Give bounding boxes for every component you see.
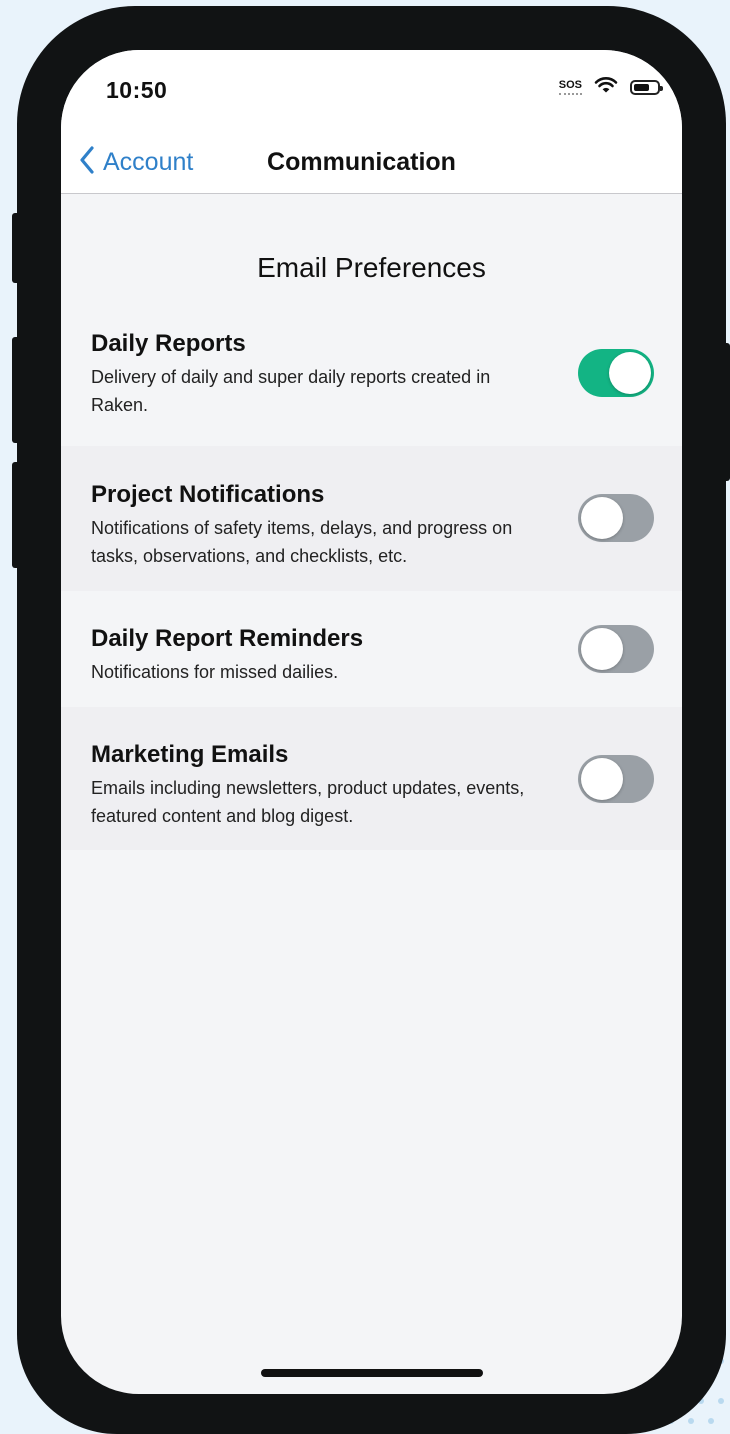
page-title: Communication — [267, 148, 456, 176]
preference-row-marketing-emails: Marketing Emails Emails including newsle… — [61, 707, 682, 850]
daily-reports-toggle[interactable] — [578, 349, 654, 397]
preference-description: Notifications of safety items, delays, a… — [91, 518, 513, 566]
marketing-emails-toggle[interactable] — [578, 755, 654, 803]
toggle-knob — [581, 497, 623, 539]
toggle-knob — [581, 758, 623, 800]
battery-icon — [630, 80, 663, 95]
navigation-bar: Account Communication — [61, 136, 682, 194]
toggle-knob — [581, 628, 623, 670]
daily-report-reminders-toggle[interactable] — [578, 625, 654, 673]
preference-row-daily-report-reminders: Daily Report Reminders Notifications for… — [61, 591, 682, 707]
toggle-knob — [609, 352, 651, 394]
preference-row-project-notifications: Project Notifications Notifications of s… — [61, 446, 682, 591]
status-time: 10:50 — [106, 77, 168, 103]
home-indicator[interactable] — [261, 1369, 483, 1377]
preference-row-daily-reports: Daily Reports Delivery of daily and supe… — [61, 284, 682, 446]
preferences-content: Email Preferences Daily Reports Delivery… — [61, 194, 682, 850]
phone-screen: 10:50 SOS Account Communication Email Pr… — [61, 50, 682, 1394]
preference-title: Project Notifications — [91, 481, 325, 508]
preference-description: Delivery of daily and super daily report… — [91, 367, 491, 415]
section-title: Email Preferences — [257, 252, 486, 283]
preference-title: Daily Report Reminders — [91, 625, 364, 652]
preference-description: Notifications for missed dailies. — [91, 662, 339, 682]
preference-description: Emails including newsletters, product up… — [91, 778, 525, 826]
phone-frame: 10:50 SOS Account Communication Email Pr… — [17, 6, 726, 1434]
preference-title: Marketing Emails — [91, 741, 289, 768]
preference-title: Daily Reports — [91, 330, 246, 357]
sos-indicator: SOS — [558, 80, 582, 95]
status-bar: 10:50 SOS — [61, 50, 682, 136]
wifi-icon — [594, 76, 618, 99]
status-icons: SOS — [558, 76, 663, 99]
project-notifications-toggle[interactable] — [578, 494, 654, 542]
